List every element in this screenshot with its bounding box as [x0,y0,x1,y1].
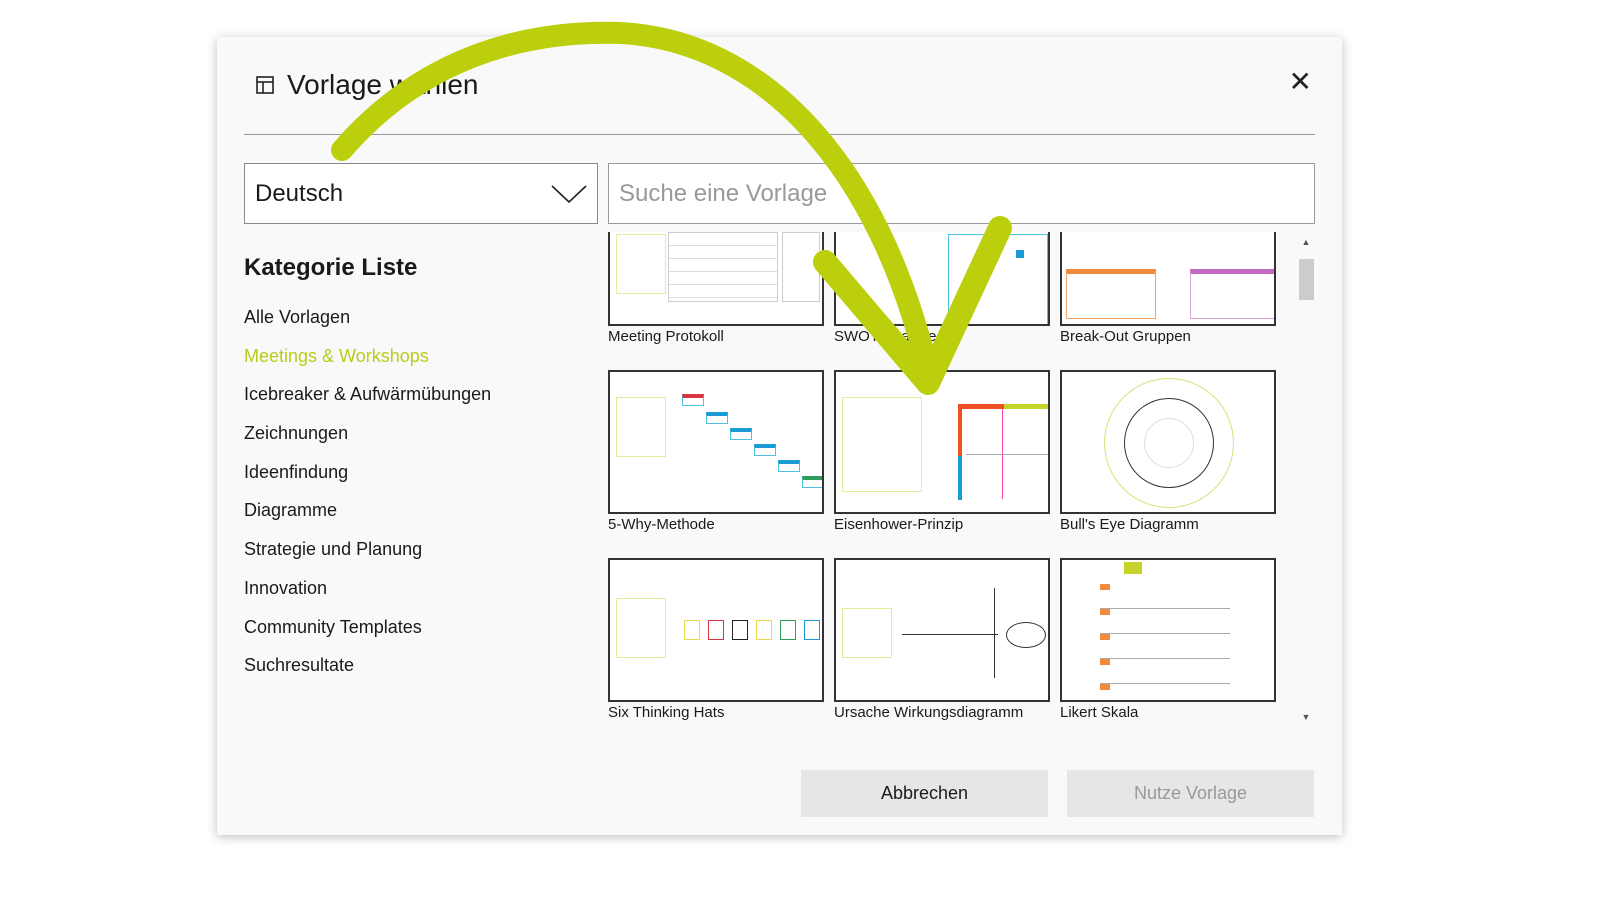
template-5-why[interactable]: 5-Why-Methode [608,370,824,533]
scroll-up-icon[interactable]: ▲ [1298,237,1314,247]
template-thumbnail [608,370,824,514]
scrollbar-thumb[interactable] [1299,259,1314,300]
template-thumbnail [608,558,824,702]
template-label: Break-Out Gruppen [1060,328,1191,345]
template-label: Bull's Eye Diagramm [1060,516,1199,533]
template-meeting-protokoll[interactable]: Meeting Protokoll [608,232,824,345]
template-thumbnail [834,370,1050,514]
template-breakout[interactable]: Break-Out Gruppen [1060,232,1276,345]
dialog-title: Vorlage wählen [287,69,479,100]
category-innovation[interactable]: Innovation [244,578,491,617]
category-strategy[interactable]: Strategie und Planung [244,539,491,578]
template-label: 5-Why-Methode [608,516,715,533]
scroll-down-icon[interactable]: ▼ [1298,712,1314,722]
template-label: Meeting Protokoll [608,328,724,345]
scrollbar[interactable]: ▲ ▼ [1298,237,1314,722]
category-community[interactable]: Community Templates [244,617,491,656]
template-thumbnail [834,232,1050,326]
category-list-title: Kategorie Liste [244,254,418,281]
use-template-button[interactable]: Nutze Vorlage [1067,770,1314,817]
category-list: Alle Vorlagen Meetings & Workshops Icebr… [244,307,491,694]
category-search-results[interactable]: Suchresultate [244,655,491,694]
template-label: Eisenhower-Prinzip [834,516,964,533]
template-grid: Meeting Protokoll SWOT-Analyse Break-Out… [608,232,1298,727]
template-ursache-wirkung[interactable]: Ursache Wirkungsdiagramm [834,558,1050,721]
template-thumbnail [1060,232,1276,326]
template-likert[interactable]: Likert Skala [1060,558,1276,721]
template-label: SWOT-Analyse [834,328,937,345]
category-meetings[interactable]: Meetings & Workshops [244,346,491,385]
template-eisenhower[interactable]: Eisenhower-Prinzip [834,370,1050,533]
divider [244,134,1315,135]
cancel-button[interactable]: Abbrechen [801,770,1048,817]
category-icebreaker[interactable]: Icebreaker & Aufwärmübungen [244,384,491,423]
template-label: Ursache Wirkungsdiagramm [834,704,1024,721]
template-icon [256,76,274,94]
category-ideation[interactable]: Ideenfindung [244,462,491,501]
close-icon[interactable]: ✕ [1289,65,1312,98]
template-swot[interactable]: SWOT-Analyse [834,232,1050,345]
template-bulls-eye[interactable]: Bull's Eye Diagramm [1060,370,1276,533]
template-label: Six Thinking Hats [608,704,725,721]
template-thumbnail [1060,370,1276,514]
category-diagrams[interactable]: Diagramme [244,500,491,539]
category-drawings[interactable]: Zeichnungen [244,423,491,462]
template-six-hats[interactable]: Six Thinking Hats [608,558,824,721]
search-input[interactable] [608,163,1315,224]
template-label: Likert Skala [1060,704,1139,721]
template-thumbnail [1060,558,1276,702]
chevron-down-icon [551,184,587,203]
language-value: Deutsch [255,179,344,207]
language-select[interactable]: Deutsch [244,163,598,224]
template-thumbnail [834,558,1050,702]
category-all[interactable]: Alle Vorlagen [244,307,491,346]
dialog-header: Vorlage wählen [255,69,478,101]
template-thumbnail [608,232,824,326]
template-dialog: Vorlage wählen ✕ Deutsch Kategorie Liste… [217,37,1342,835]
